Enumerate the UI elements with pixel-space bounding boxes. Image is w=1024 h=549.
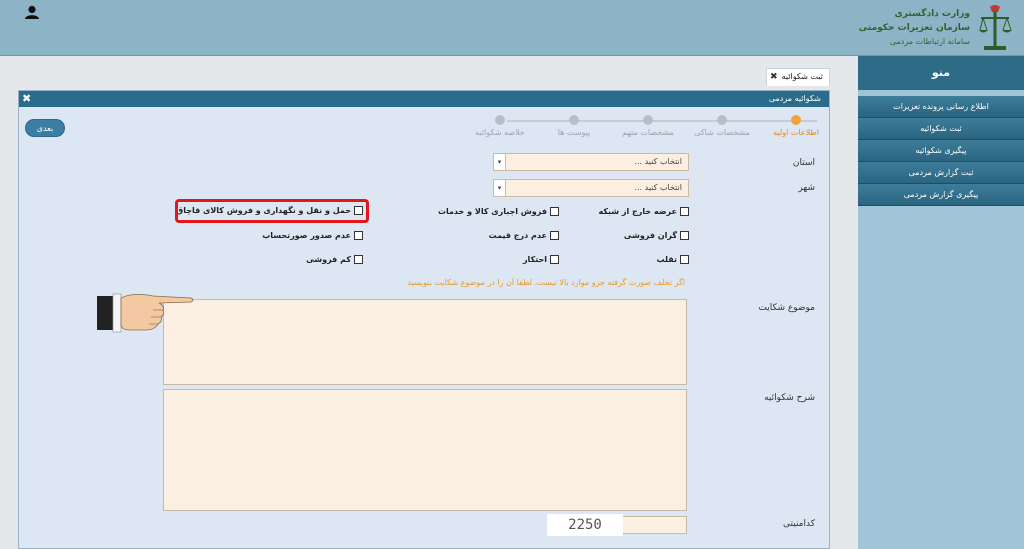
description-label: شرح شکوائیه bbox=[764, 393, 815, 403]
tab-label: ثبت شکوائیه bbox=[781, 72, 823, 81]
captcha-image: 2250 bbox=[547, 514, 623, 536]
step-accused-info[interactable]: مشخصات متهم bbox=[613, 115, 683, 137]
panel-title: شکوائیه مردمی bbox=[768, 94, 821, 103]
violation-no-invoice[interactable]: عدم صدور صورتحساب bbox=[262, 231, 363, 240]
captcha-label: کدامنیتی bbox=[783, 519, 815, 529]
violation-fraud[interactable]: تقلب bbox=[657, 255, 689, 264]
step-dot-icon bbox=[569, 115, 579, 125]
subject-label: موضوع شکایت bbox=[758, 303, 815, 313]
org-organization: سازمان تعزیرات حکومتی bbox=[858, 23, 970, 33]
violation-short-weight[interactable]: کم فروشی bbox=[306, 255, 363, 264]
step-dot-icon bbox=[717, 115, 727, 125]
org-system: سامانه ارتباطات مردمی bbox=[889, 37, 970, 46]
checkbox[interactable] bbox=[550, 255, 559, 264]
panel-close-icon[interactable]: ✖ bbox=[22, 91, 31, 107]
province-select[interactable]: انتخاب کنید ... ▾ bbox=[493, 153, 689, 171]
org-ministry: وزارت دادگستری bbox=[894, 9, 970, 19]
chevron-down-icon: ▾ bbox=[494, 180, 506, 196]
sidebar-item-track-complaint[interactable]: پیگیری شکوائیه bbox=[858, 140, 1024, 162]
panel-titlebar: شکوائیه مردمی ✖ bbox=[19, 91, 829, 107]
step-dot-icon bbox=[495, 115, 505, 125]
checkbox[interactable] bbox=[354, 231, 363, 240]
sidebar-item-register-report[interactable]: ثبت گزارش مردمی bbox=[858, 162, 1024, 184]
checkbox[interactable] bbox=[680, 207, 689, 216]
complaint-panel: شکوائیه مردمی ✖ بعدی اطلاعات اولیه مشخصا… bbox=[18, 90, 830, 549]
violation-no-price-tag[interactable]: عدم درج قیمت bbox=[489, 231, 559, 240]
checkbox[interactable] bbox=[354, 255, 363, 264]
chevron-down-icon: ▾ bbox=[494, 154, 506, 170]
violation-forced-sale[interactable]: فروش اجباری کالا و خدمات bbox=[438, 207, 559, 216]
city-label: شهر bbox=[798, 183, 815, 193]
tab-close-icon[interactable]: ✖ bbox=[770, 69, 778, 85]
step-dot-icon bbox=[791, 115, 801, 125]
highlight-box bbox=[175, 199, 369, 223]
top-header: وزارت دادگستری سازمان تعزیرات حکومتی سام… bbox=[0, 0, 1024, 56]
province-label: استان bbox=[792, 158, 815, 168]
scales-emblem-icon bbox=[979, 5, 1012, 50]
menu-title: منو bbox=[858, 56, 1024, 90]
description-textarea[interactable] bbox=[163, 389, 687, 511]
subject-textarea[interactable] bbox=[163, 299, 687, 385]
violation-hoarding[interactable]: احتکار bbox=[523, 255, 559, 264]
step-dot-icon bbox=[643, 115, 653, 125]
org-branding: وزارت دادگستری سازمان تعزیرات حکومتی سام… bbox=[859, 2, 1012, 54]
checkbox[interactable] bbox=[680, 231, 689, 240]
checkbox[interactable] bbox=[550, 231, 559, 240]
tab-register-complaint[interactable]: ثبت شکوائیه ✖ bbox=[766, 68, 830, 86]
step-summary[interactable]: خلاصه شکوائیه bbox=[465, 115, 535, 137]
step-attachments[interactable]: پیوست ها bbox=[539, 115, 609, 137]
sidebar-item-register-complaint[interactable]: ثبت شکوائیه bbox=[858, 118, 1024, 140]
city-select[interactable]: انتخاب کنید ... ▾ bbox=[493, 179, 689, 197]
violation-note: اگر تخلف صورت گرفته جزو موارد بالا نیست،… bbox=[407, 278, 685, 287]
checkbox[interactable] bbox=[680, 255, 689, 264]
sidebar-item-track-report[interactable]: پیگیری گزارش مردمی bbox=[858, 184, 1024, 206]
violation-off-network[interactable]: عرضه خارج از شبکه bbox=[598, 207, 689, 216]
step-complainant-info[interactable]: مشخصات شاکی bbox=[687, 115, 757, 137]
violation-overpricing[interactable]: گران فروشی bbox=[624, 231, 689, 240]
pointing-hand-icon bbox=[97, 293, 194, 333]
sidebar-item-case-info[interactable]: اطلاع رسانی پرونده تعزیرات bbox=[858, 96, 1024, 118]
user-icon[interactable] bbox=[24, 5, 40, 19]
checkbox[interactable] bbox=[550, 207, 559, 216]
sidebar-menu: منو اطلاع رسانی پرونده تعزیرات ثبت شکوائ… bbox=[858, 56, 1024, 549]
step-initial-info[interactable]: اطلاعات اولیه bbox=[761, 115, 831, 137]
next-button[interactable]: بعدی bbox=[25, 119, 65, 137]
